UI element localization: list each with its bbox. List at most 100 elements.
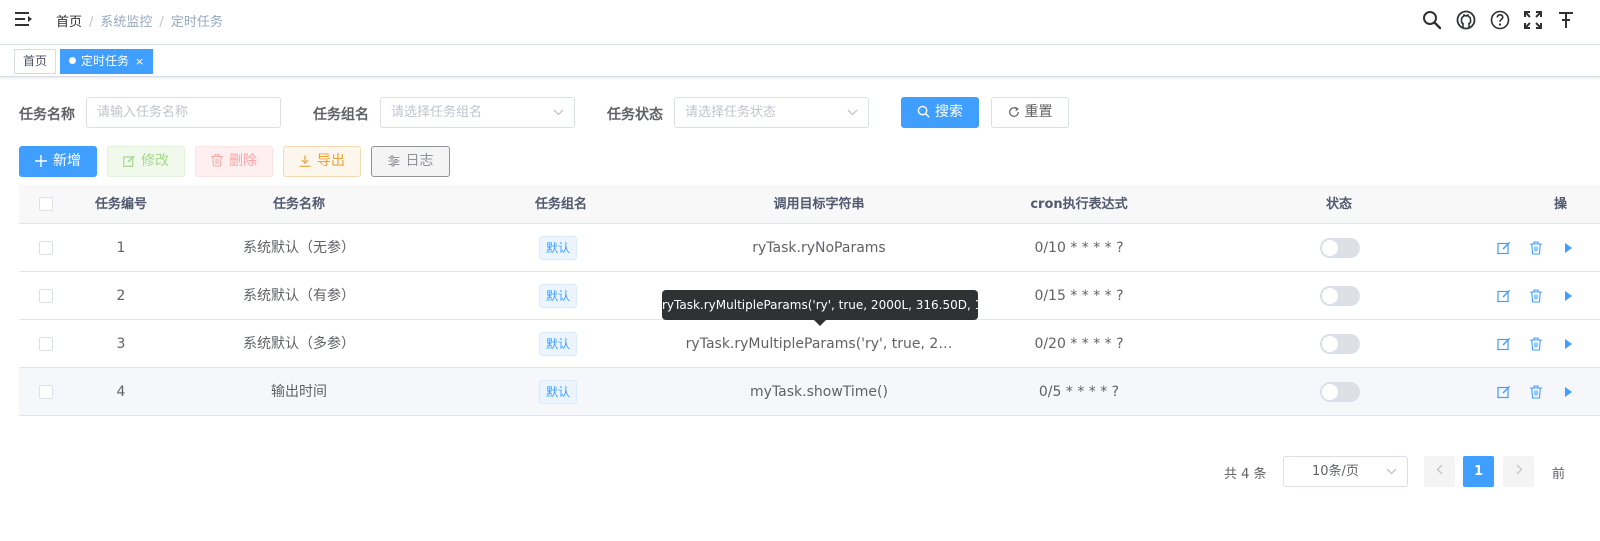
chevron-left-icon: [1436, 464, 1442, 475]
select-all-checkbox[interactable]: [39, 197, 53, 211]
page-number[interactable]: 1: [1463, 456, 1494, 487]
job-group-select[interactable]: 请选择任务组名: [380, 97, 575, 128]
job-group-placeholder: 请选择任务组名: [391, 105, 483, 120]
delete-icon[interactable]: [1529, 289, 1543, 303]
export-button-label: 导出: [317, 153, 345, 169]
cell-job-id: 2: [116, 288, 126, 304]
status-switch[interactable]: [1320, 382, 1360, 402]
chevron-down-icon: [553, 109, 564, 116]
invoke-target-tooltip: ryTask.ryMultipleParams('ry', true, 2000…: [662, 290, 1002, 326]
cell-invoke-target: ryTask.ryNoParams: [752, 240, 886, 256]
status-switch[interactable]: [1320, 238, 1360, 258]
tag-label: 定时任务: [81, 54, 130, 68]
status-switch[interactable]: [1320, 286, 1360, 306]
edit-button-label: 修改: [141, 153, 169, 169]
row-checkbox[interactable]: [39, 385, 53, 399]
cell-invoke-target: myTask.showTime(): [750, 384, 888, 400]
play-icon[interactable]: [1562, 289, 1576, 303]
col-operations: 操: [1554, 197, 1568, 212]
delete-icon[interactable]: [1529, 385, 1543, 399]
table-header: 任务编号 任务名称 任务组名 调用目标字符串 cron执行表达式 状态 操: [19, 185, 1600, 224]
prev-page-button[interactable]: [1424, 456, 1455, 487]
job-name-label: 任务名称: [19, 107, 75, 123]
cell-cron: 0/5 * * * * ?: [1038, 384, 1120, 400]
play-icon[interactable]: [1562, 241, 1576, 255]
chevron-down-icon: [847, 109, 858, 116]
status-switch[interactable]: [1320, 334, 1360, 354]
edit-icon[interactable]: [1497, 385, 1511, 399]
chevron-down-icon: [1386, 468, 1397, 475]
fullscreen-icon[interactable]: [1523, 10, 1543, 30]
close-icon[interactable]: ×: [135, 50, 144, 73]
refresh-icon: [1008, 106, 1019, 117]
size-icon[interactable]: [1557, 10, 1577, 30]
active-dot-icon: [69, 57, 76, 64]
search-button-label: 搜索: [935, 104, 963, 120]
reset-button-label: 重置: [1024, 104, 1053, 120]
tags-view: 首页 定时任务 ×: [0, 44, 1600, 77]
hamburger-icon[interactable]: [14, 10, 34, 28]
pagination-goto: 前: [1552, 467, 1566, 482]
delete-button[interactable]: 删除: [195, 146, 273, 177]
edit-icon[interactable]: [1497, 289, 1511, 303]
log-button-label: 日志: [405, 153, 434, 169]
table-row: 4 输出时间 默认 myTask.showTime() 0/5 * * * * …: [19, 368, 1600, 416]
tag-scheduled-task[interactable]: 定时任务 ×: [60, 49, 154, 74]
reset-button[interactable]: 重置: [991, 97, 1069, 128]
plus-icon: [35, 155, 47, 167]
cell-cron: 0/20 * * * * ?: [1034, 336, 1124, 352]
col-job-group: 任务组名: [534, 197, 587, 212]
cell-job-id: 1: [116, 240, 126, 256]
page-size-value: 10条/页: [1312, 464, 1359, 479]
cell-job-id: 4: [116, 384, 126, 400]
add-button-label: 新增: [53, 153, 81, 169]
status-placeholder: 请选择任务状态: [685, 105, 777, 120]
group-tag: 默认: [539, 284, 578, 308]
navbar: 首页 / 系统监控 / 定时任务: [0, 0, 1600, 40]
breadcrumb-separator: /: [159, 15, 164, 30]
status-select[interactable]: 请选择任务状态: [674, 97, 869, 128]
delete-button-label: 删除: [229, 153, 257, 169]
breadcrumb-current: 定时任务: [170, 15, 223, 30]
search-icon[interactable]: [1422, 10, 1442, 30]
row-checkbox[interactable]: [39, 241, 53, 255]
next-page-button[interactable]: [1503, 456, 1534, 487]
play-icon[interactable]: [1562, 385, 1576, 399]
search-icon: [917, 105, 930, 118]
page-size-select[interactable]: 10条/页: [1283, 456, 1408, 487]
log-button[interactable]: 日志: [371, 146, 450, 177]
col-job-id: 任务编号: [94, 197, 147, 212]
row-checkbox[interactable]: [39, 337, 53, 351]
edit-icon[interactable]: [1497, 241, 1511, 255]
play-icon[interactable]: [1562, 337, 1576, 351]
cell-job-name: 输出时间: [271, 384, 327, 400]
github-icon[interactable]: [1456, 10, 1476, 30]
status-label: 任务状态: [607, 107, 663, 123]
delete-icon[interactable]: [1529, 241, 1543, 255]
cell-job-name: 系统默认（有参）: [243, 288, 355, 304]
table-row: 1 系统默认（无参） 默认 ryTask.ryNoParams 0/10 * *…: [19, 224, 1600, 272]
col-invoke-target: 调用目标字符串: [773, 197, 865, 212]
edit-icon: [123, 155, 135, 167]
cell-job-id: 3: [116, 336, 126, 352]
breadcrumb-separator: /: [89, 15, 94, 30]
delete-icon[interactable]: [1529, 337, 1543, 351]
cell-cron: 0/10 * * * * ?: [1034, 240, 1124, 256]
search-button[interactable]: 搜索: [901, 97, 979, 128]
group-tag: 默认: [539, 236, 578, 260]
export-button[interactable]: 导出: [283, 146, 361, 177]
question-icon[interactable]: [1490, 10, 1510, 30]
breadcrumb-home[interactable]: 首页: [56, 15, 82, 30]
add-button[interactable]: 新增: [19, 146, 97, 177]
edit-button[interactable]: 修改: [107, 146, 185, 177]
col-job-name: 任务名称: [272, 197, 325, 212]
job-name-input[interactable]: 请输入任务名称: [86, 97, 281, 128]
group-tag: 默认: [539, 332, 578, 356]
edit-icon[interactable]: [1497, 337, 1511, 351]
pagination-total: 共 4 条: [1224, 467, 1267, 482]
row-checkbox[interactable]: [39, 289, 53, 303]
log-icon: [388, 155, 399, 167]
tag-home[interactable]: 首页: [14, 49, 57, 74]
col-cron: cron执行表达式: [1030, 197, 1128, 212]
table-row: 3 系统默认（多参） 默认 ryTask.ryMultipleParams('r…: [19, 320, 1600, 368]
